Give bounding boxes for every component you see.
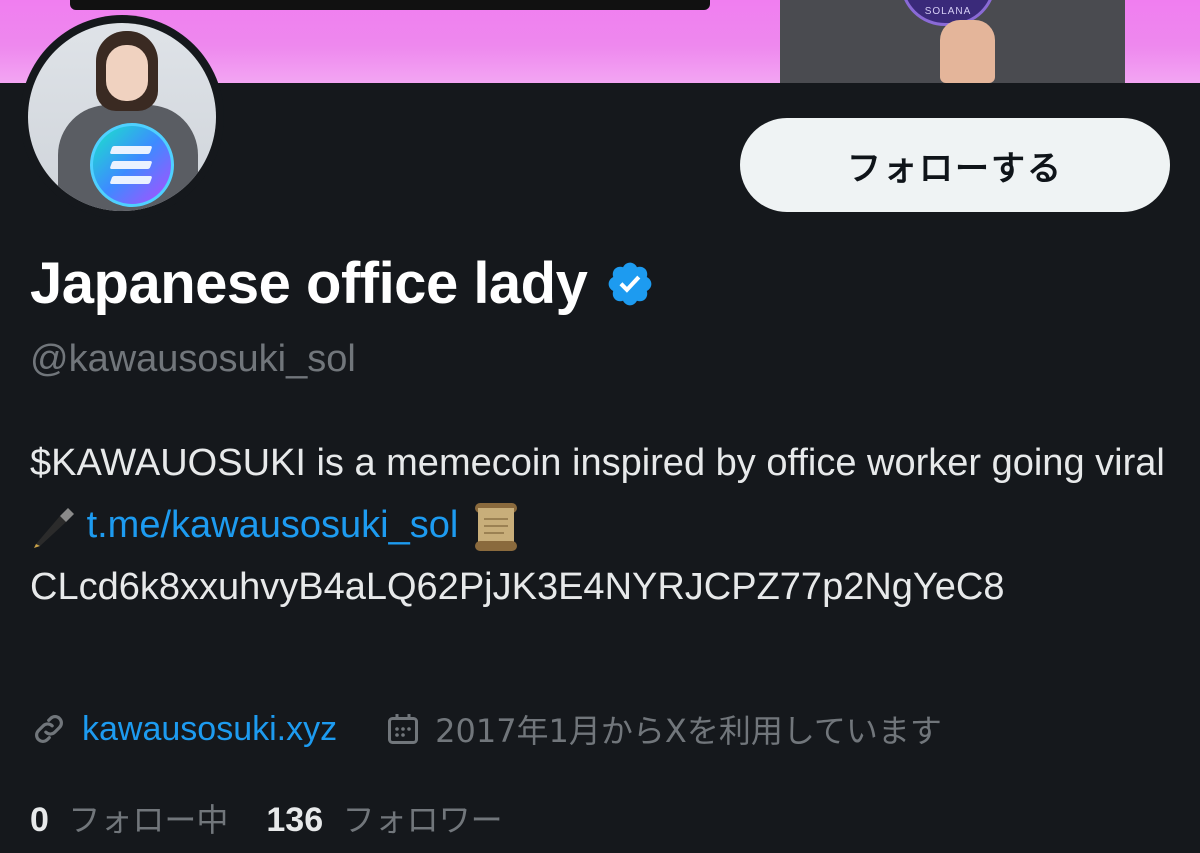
bio-text: $KAWAUOSUKI is a memecoin inspired by of… [30,442,1165,484]
verified-badge-icon[interactable] [605,259,655,309]
contract-address: CLcd6k8xxuhvyB4aLQ62PjJK3E4NYRJCPZ77p2Ng… [30,566,1005,608]
avatar-image [28,23,216,211]
profile-meta: kawausosuki.xyz 2017年1月からXを利用しています [30,706,942,752]
website-link[interactable]: kawausosuki.xyz [82,710,337,749]
joined-item: 2017年1月からXを利用しています [385,706,942,752]
name-row: Japanese office lady [30,250,655,317]
banner-coin-text: SOLANA [924,6,972,17]
following-count: 0 [30,801,49,839]
calendar-icon [388,714,419,744]
followers-stat[interactable]: 136 フォロワー [266,795,502,841]
avatar[interactable] [20,15,224,219]
username-handle: @kawausosuki_sol [30,338,356,380]
display-name: Japanese office lady [30,251,588,316]
banner-hand-graphic [940,20,995,83]
solana-coin-graphic [90,123,174,207]
following-stat[interactable]: 0 フォロー中 [30,795,228,841]
fountain-pen-icon [34,507,74,548]
follow-stats: 0 フォロー中 136 フォロワー [30,795,503,841]
follow-button[interactable]: フォローする [740,118,1170,212]
bio: $KAWAUOSUKI is a memecoin inspired by of… [30,432,1170,618]
banner-title-graphic [70,0,710,10]
followers-count: 136 [266,801,324,839]
link-icon [35,715,63,743]
joined-date: 2017年1月からXを利用しています [435,712,942,750]
bio-link[interactable]: t.me/kawausosuki_sol [87,504,459,546]
website-item[interactable]: kawausosuki.xyz [30,710,337,749]
scroll-icon [474,502,517,551]
following-label: フォロー中 [68,801,229,839]
followers-label: フォロワー [342,801,503,839]
